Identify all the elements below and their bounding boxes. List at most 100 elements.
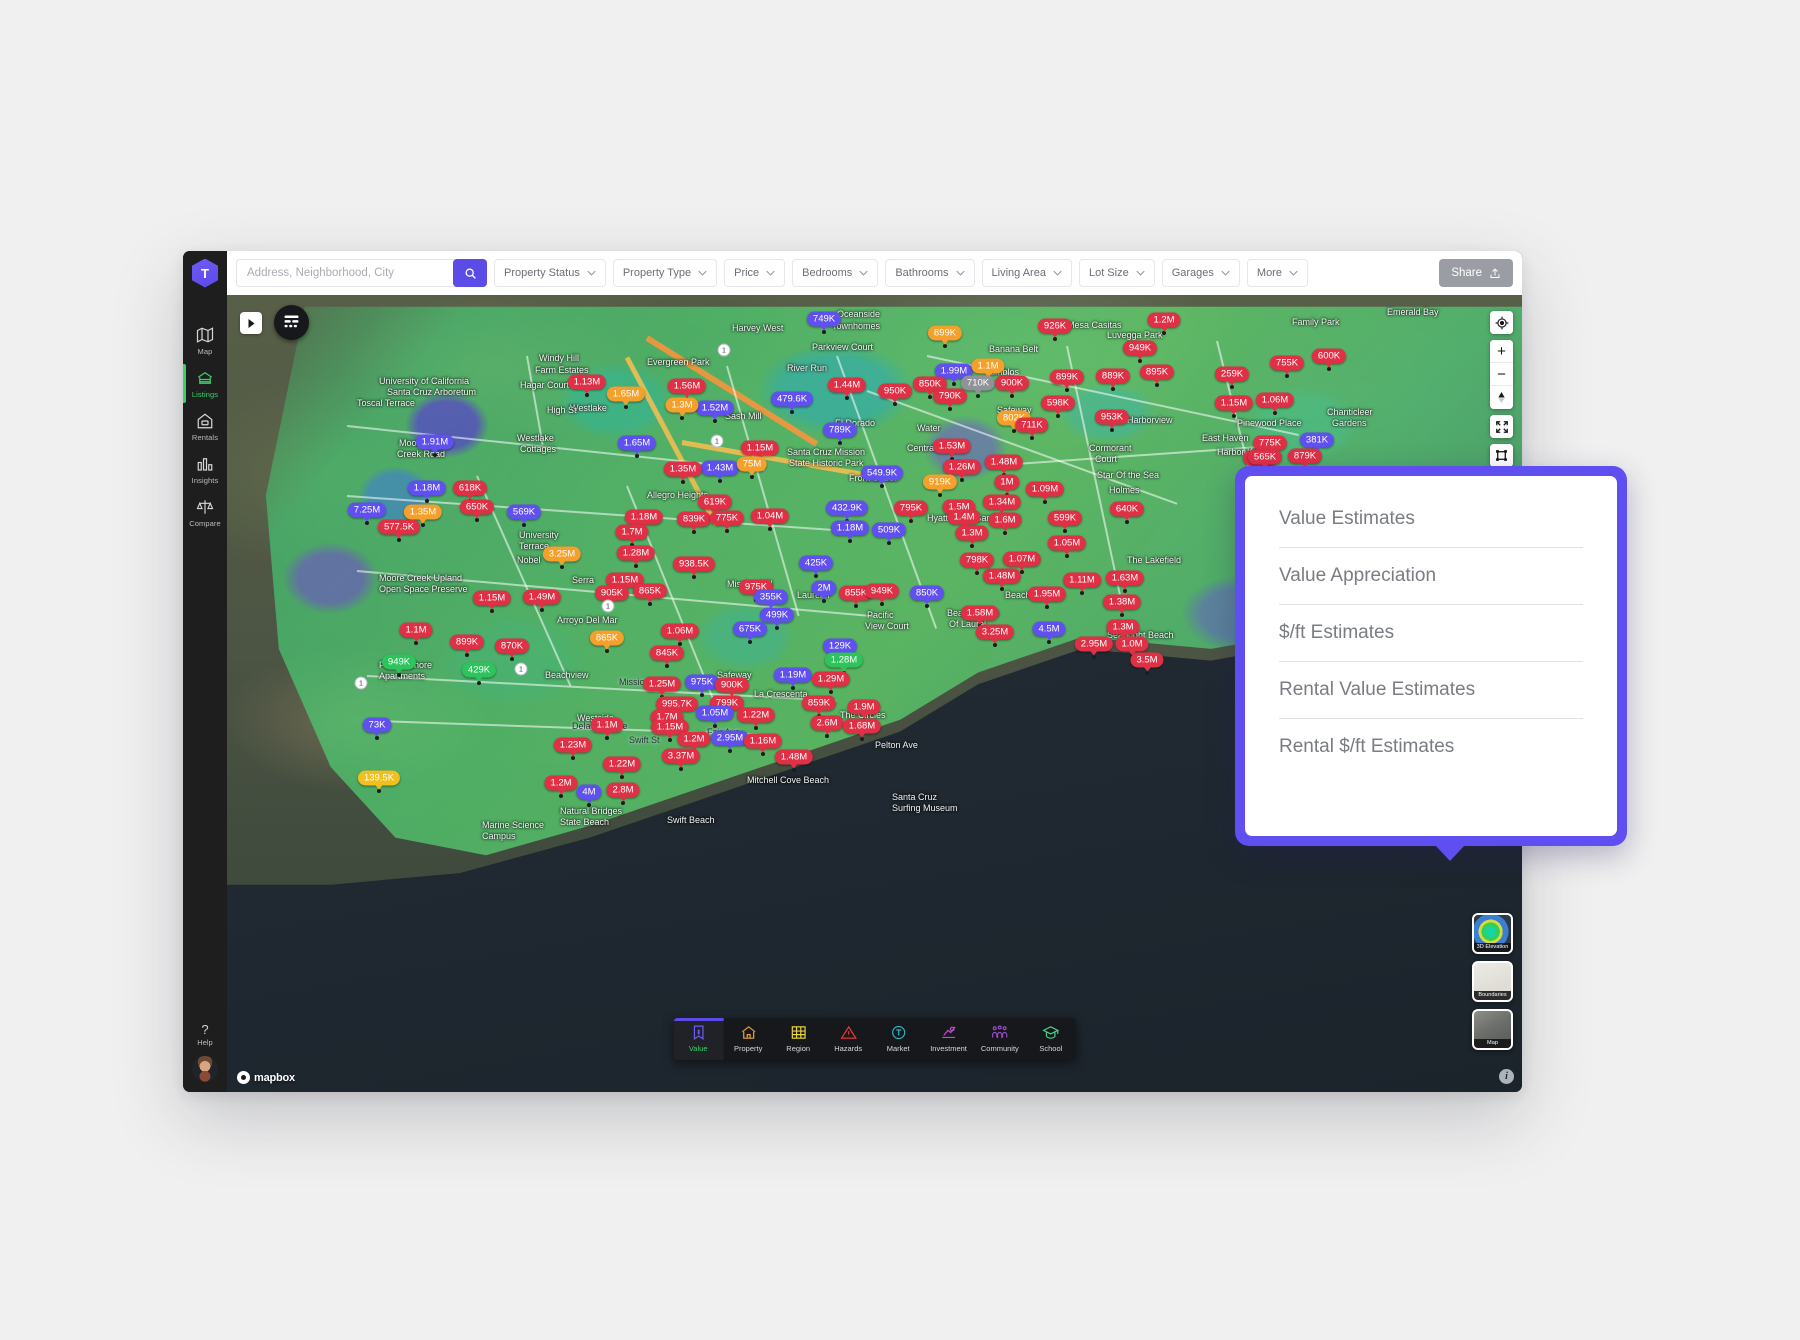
sidebar-item-rentals[interactable]: Rentals [183, 405, 227, 448]
map-price-pin[interactable]: 1.3M [955, 525, 989, 541]
map-price-pin[interactable]: 3.25M [542, 546, 582, 562]
category-value[interactable]: Value [673, 1018, 724, 1060]
category-hazards[interactable]: Hazards [823, 1018, 873, 1060]
popup-option-rental-value-estimates[interactable]: Rental Value Estimates [1279, 679, 1583, 719]
map-zoom-in-button[interactable]: + [1490, 340, 1513, 363]
map-price-pin[interactable]: 1.05M [695, 705, 735, 721]
map-price-pin[interactable]: 1.07M [1002, 551, 1042, 567]
map-price-pin[interactable]: 479.6K [770, 391, 814, 407]
map-price-pin[interactable]: 1.44M [827, 377, 867, 393]
map-price-pin[interactable]: 598K [1040, 395, 1076, 411]
map-price-pin[interactable]: 1.11M [1063, 572, 1101, 588]
category-investment[interactable]: Investment [923, 1018, 974, 1060]
map-price-pin[interactable]: 1.48M [774, 749, 814, 765]
map-price-pin[interactable]: 2.8M [606, 782, 640, 798]
map-price-pin[interactable]: 1.63M [1105, 570, 1145, 586]
map-price-pin[interactable]: 4M [576, 784, 602, 800]
map-price-pin[interactable]: 899K [449, 634, 485, 650]
mapbox-attribution[interactable]: mapbox [237, 1071, 295, 1084]
map-price-pin[interactable]: 139.5K [357, 770, 401, 786]
map-price-pin[interactable]: 1.49M [522, 589, 562, 605]
sidebar-item-listings[interactable]: Listings [183, 362, 227, 405]
map-price-pin[interactable]: 1.18M [830, 520, 870, 536]
map-price-pin[interactable]: 950K [877, 383, 913, 399]
map-price-pin[interactable]: 1.7M [615, 524, 649, 540]
map-price-pin[interactable]: 569K [506, 504, 542, 520]
map-price-pin[interactable]: 789K [822, 422, 858, 438]
brand-logo[interactable]: T [183, 251, 227, 295]
map-price-pin[interactable]: 549.9K [860, 465, 904, 481]
map-price-pin[interactable]: 1.1M [590, 717, 624, 733]
map-price-pin[interactable]: 749K [806, 311, 842, 327]
map-compass-button[interactable] [1490, 386, 1513, 409]
map-price-pin[interactable]: 975K [684, 674, 720, 690]
map-price-pin[interactable]: 899K [927, 325, 963, 341]
map-price-pin[interactable]: 839K [676, 511, 712, 527]
map-price-pin[interactable]: 1.3M [665, 397, 699, 413]
sidebar-item-help[interactable]: ? Help [197, 1023, 212, 1047]
map-price-pin[interactable]: 1.58M [960, 605, 1000, 621]
layer-thumb-3d-elevation[interactable]: 3D Elevation [1472, 913, 1513, 954]
map-price-pin[interactable]: 949K [381, 654, 417, 670]
map-price-pin[interactable]: 619K [697, 494, 733, 510]
map-price-pin[interactable]: 1.95M [1027, 586, 1067, 602]
map-price-pin[interactable]: 798K [959, 552, 995, 568]
map-price-pin[interactable]: 1.15M [472, 590, 512, 606]
map-price-pin[interactable]: 1.04M [750, 508, 790, 524]
map-price-pin[interactable]: 425K [798, 555, 834, 571]
map-price-pin[interactable]: 895K [1139, 364, 1175, 380]
map-price-pin[interactable]: 1.53M [932, 438, 972, 454]
category-region[interactable]: Region [773, 1018, 823, 1060]
category-school[interactable]: School [1026, 1018, 1076, 1060]
map-price-pin[interactable]: 577.5K [377, 519, 421, 535]
map-price-pin[interactable]: 879K [1287, 448, 1323, 464]
popup-option-value-estimates[interactable]: Value Estimates [1279, 508, 1583, 548]
filter-garages[interactable]: Garages [1161, 259, 1240, 287]
map-price-pin[interactable]: 2.95M [1074, 636, 1114, 652]
map-price-pin[interactable]: 755K [1269, 355, 1305, 371]
category-community[interactable]: Community [974, 1018, 1026, 1060]
map-price-pin[interactable]: 1.28M [824, 652, 864, 668]
map-price-pin[interactable]: 4.5M [1032, 621, 1066, 637]
map-price-pin[interactable]: 1.56M [667, 378, 707, 394]
map-price-pin[interactable]: 1.4M [947, 509, 981, 525]
layer-thumb-map[interactable]: Map [1472, 1009, 1513, 1050]
popup-option-dollar-per-ft-estimates[interactable]: $/ft Estimates [1279, 622, 1583, 662]
map-price-pin[interactable]: 1.48M [982, 568, 1022, 584]
map-price-pin[interactable]: 75M [736, 456, 768, 472]
map-price-pin[interactable]: 129K [822, 638, 858, 654]
map-price-pin[interactable]: 1.25M [642, 676, 682, 692]
map-price-pin[interactable]: 850K [909, 585, 945, 601]
filter-living-area[interactable]: Living Area [981, 259, 1072, 287]
map-price-pin[interactable]: 790K [932, 388, 968, 404]
map-price-pin[interactable]: 73K [362, 717, 392, 733]
map-price-pin[interactable]: 899K [1049, 369, 1085, 385]
map-price-pin[interactable]: 711K [1015, 417, 1049, 433]
map-price-pin[interactable]: 870K [494, 638, 530, 654]
sidebar-item-compare[interactable]: Compare [183, 491, 227, 534]
map-price-pin[interactable]: 1.34M [982, 494, 1022, 510]
map-price-pin[interactable]: 900K [714, 677, 750, 693]
map-price-pin[interactable]: 1.35M [403, 504, 443, 520]
map-fullscreen-button[interactable] [1490, 415, 1513, 438]
map-price-pin[interactable]: 509K [871, 522, 907, 538]
map-price-pin[interactable]: 640K [1109, 501, 1145, 517]
filter-more[interactable]: More [1246, 259, 1308, 287]
map-frame-select-button[interactable] [1490, 444, 1513, 467]
map-price-pin[interactable]: 900K [994, 375, 1030, 391]
map-price-pin[interactable]: 618K [452, 480, 488, 496]
map-price-pin[interactable]: 1.2M [1147, 312, 1181, 328]
search-button[interactable] [453, 259, 487, 287]
map-price-pin[interactable]: 1.6M [988, 512, 1022, 528]
map-price-pin[interactable]: 1.22M [602, 756, 642, 772]
popup-option-value-appreciation[interactable]: Value Appreciation [1279, 565, 1583, 605]
map-price-pin[interactable]: 1.2M [544, 775, 578, 791]
map-price-pin[interactable]: 938.5K [672, 556, 716, 572]
category-property[interactable]: Property [723, 1018, 773, 1060]
map-price-pin[interactable]: 650K [459, 499, 495, 515]
map-price-pin[interactable]: 1.65M [617, 435, 657, 451]
map-info-button[interactable]: i [1499, 1069, 1514, 1084]
map-price-pin[interactable]: 1.3M [1106, 619, 1140, 635]
map-price-pin[interactable]: 953K [1094, 409, 1130, 425]
map-price-pin[interactable]: 1.16M [743, 733, 783, 749]
